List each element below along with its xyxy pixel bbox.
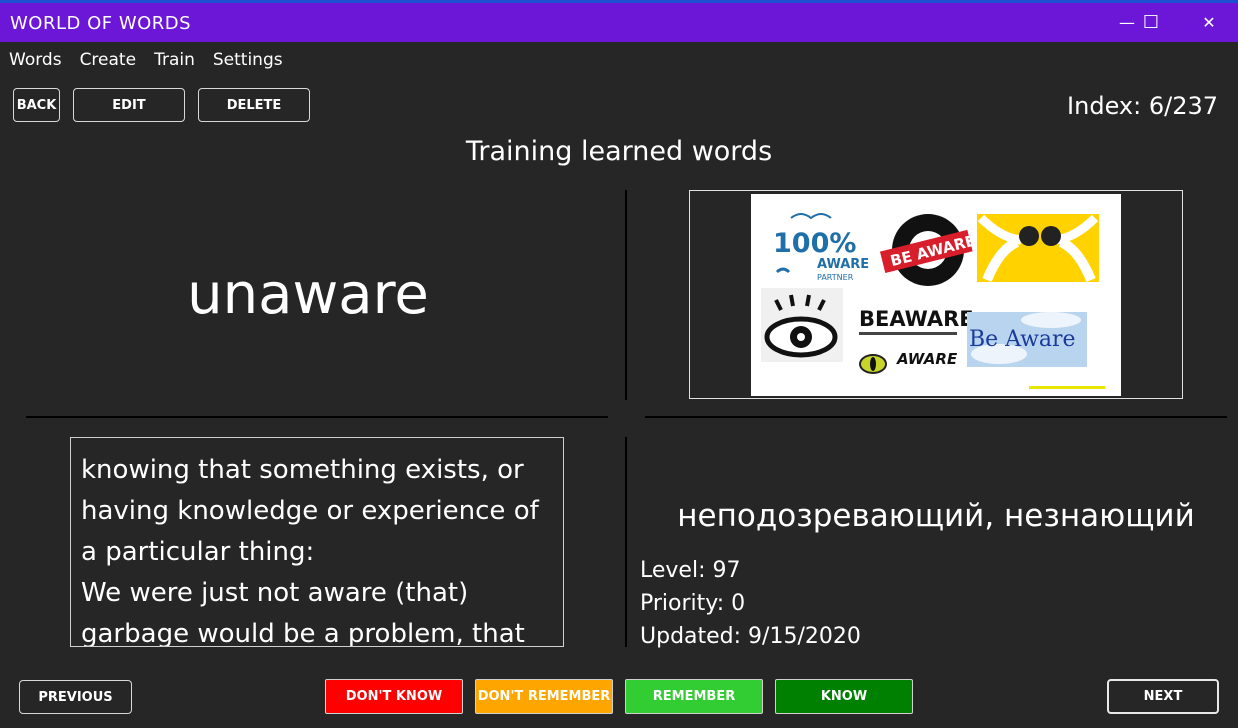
definition-box[interactable]: knowing that something exists, or having… xyxy=(70,437,564,647)
divider-vertical-top xyxy=(625,190,627,400)
next-button[interactable]: NEXT xyxy=(1107,679,1219,714)
priority-label: Priority: 0 xyxy=(640,591,746,616)
index-label: Index: 6/237 xyxy=(1067,92,1218,120)
divider-horizontal-left xyxy=(26,416,608,418)
menu-words[interactable]: Words xyxy=(9,50,62,70)
menu-settings[interactable]: Settings xyxy=(213,50,283,70)
definition-text: knowing that something exists, or having… xyxy=(81,455,539,647)
updated-label: Updated: 9/15/2020 xyxy=(640,624,861,649)
word-image-frame: 100% AWARE PARTNER BE AWARE BEAWARE AWAR… xyxy=(689,190,1183,399)
word-text: unaware xyxy=(187,262,429,327)
sky-be-aware-text: Be Aware xyxy=(969,327,1076,352)
delete-button[interactable]: DELETE xyxy=(198,88,310,122)
logo-100-text: 100% xyxy=(773,228,856,259)
menu-create[interactable]: Create xyxy=(80,50,137,70)
logo-partner-text: PARTNER xyxy=(817,273,854,282)
know-button[interactable]: KNOW xyxy=(775,679,913,714)
aware-collage-image: 100% AWARE PARTNER BE AWARE BEAWARE AWAR… xyxy=(761,213,1105,389)
title-bar: WORLD OF WORDS — ☐ ✕ xyxy=(0,0,1238,42)
wave-icon xyxy=(790,213,832,220)
logo-aware-text: AWARE xyxy=(817,257,869,272)
beaware-top-text: BEAWARE xyxy=(859,307,974,331)
menu-bar: Words Create Train Settings xyxy=(0,42,301,78)
binoculars-icon xyxy=(1019,226,1039,246)
remember-button[interactable]: REMEMBER xyxy=(625,679,763,714)
level-label: Level: 97 xyxy=(640,558,741,583)
edit-button[interactable]: EDIT xyxy=(73,88,185,122)
page-title: Training learned words xyxy=(465,136,773,167)
back-button[interactable]: BACK xyxy=(13,88,60,122)
previous-button[interactable]: PREVIOUS xyxy=(19,680,132,714)
menu-train[interactable]: Train xyxy=(154,50,195,70)
aware-bottom-text: AWARE xyxy=(896,350,958,368)
divider-vertical-bottom xyxy=(625,437,627,647)
word-image: 100% AWARE PARTNER BE AWARE BEAWARE AWAR… xyxy=(751,194,1121,396)
diver-icon xyxy=(775,267,791,274)
maximize-icon[interactable]: ☐ xyxy=(1128,3,1174,42)
translation-text: неподозревающий, незнающий xyxy=(677,498,1195,534)
divider-horizontal-right xyxy=(645,416,1227,418)
dont-know-button[interactable]: DON'T KNOW xyxy=(325,679,463,714)
dont-remember-button[interactable]: DON'T REMEMBER xyxy=(475,679,613,714)
close-icon[interactable]: ✕ xyxy=(1186,3,1232,42)
app-title: WORLD OF WORDS xyxy=(10,13,192,34)
